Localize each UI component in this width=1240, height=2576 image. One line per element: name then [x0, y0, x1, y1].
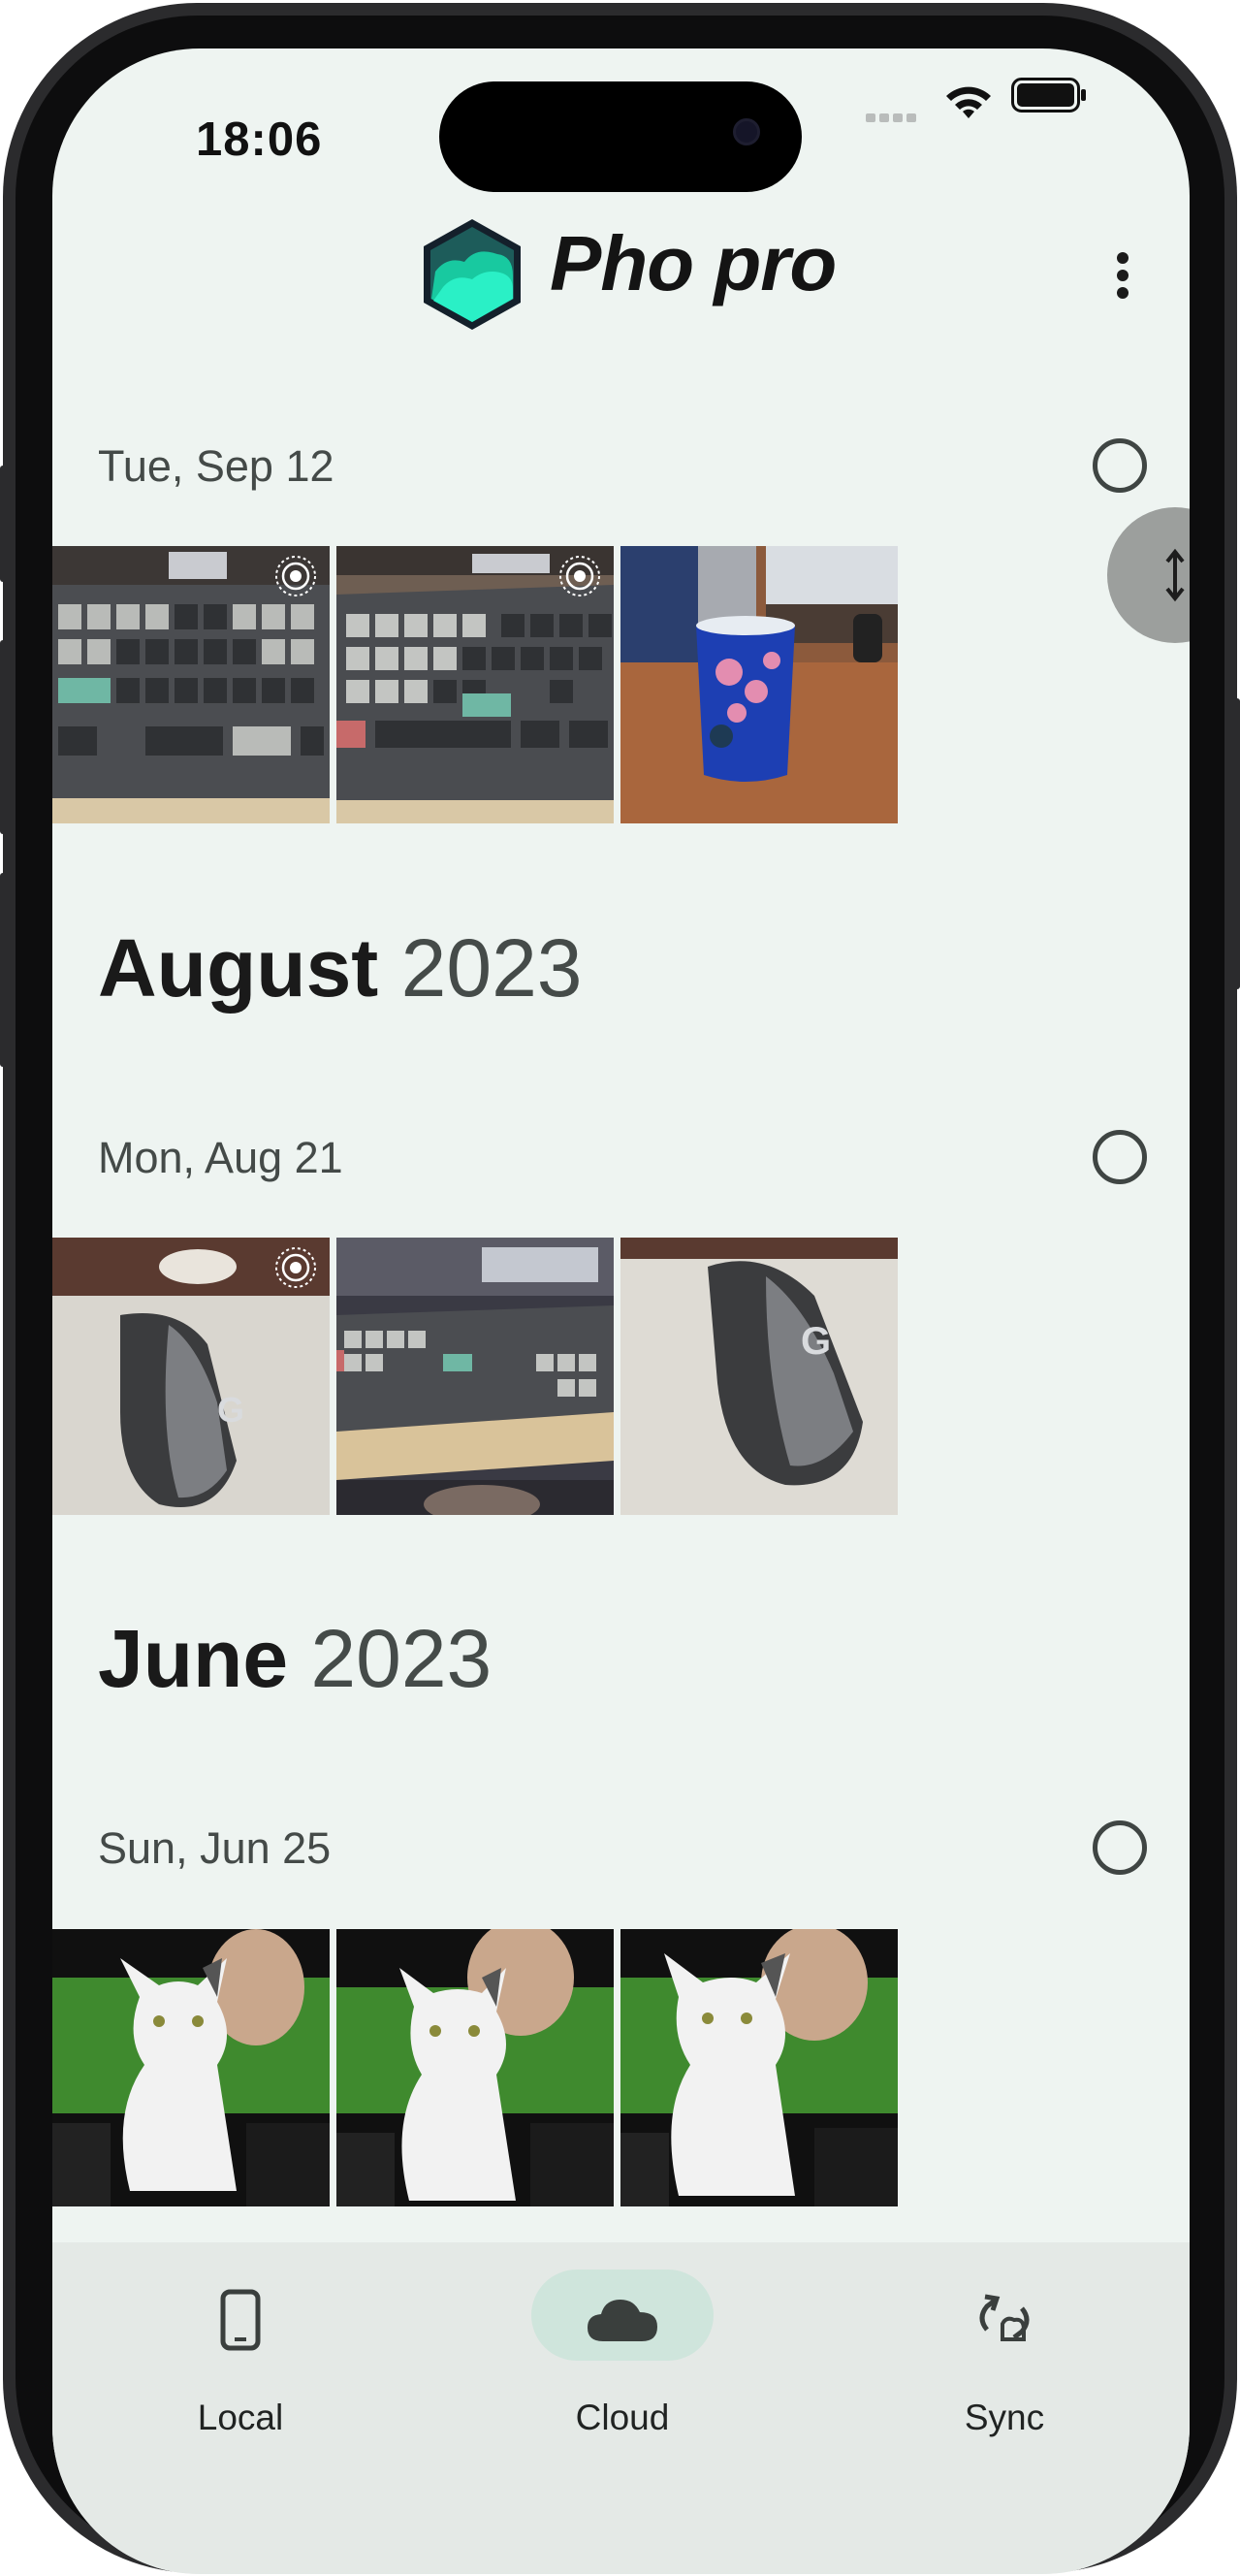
nav-label: Sync	[964, 2398, 1045, 2437]
phone-frame: 18:06 Pho pro Tue, Sep 12 August 2023 Mo…	[0, 0, 1240, 2576]
camera-icon	[733, 118, 760, 145]
cat-photo[interactable]	[620, 1929, 898, 2206]
wifi-icon	[946, 86, 991, 118]
month-name: August	[98, 922, 379, 1014]
side-button	[0, 640, 6, 834]
select-day-button[interactable]	[1093, 1820, 1147, 1875]
select-day-button[interactable]	[1093, 438, 1147, 493]
month-header: June 2023	[98, 1612, 492, 1706]
svg-text:G: G	[801, 1320, 831, 1363]
app-bar: Pho pro	[52, 194, 1190, 330]
mug-photo[interactable]	[620, 546, 898, 823]
nav-sync[interactable]: Sync	[859, 2242, 1150, 2437]
month-year: 2023	[400, 922, 583, 1014]
status-time: 18:06	[196, 113, 323, 166]
svg-text:G: G	[217, 1390, 244, 1430]
mouse-photo[interactable]: G	[620, 1238, 898, 1515]
day-header: Tue, Sep 12	[98, 441, 334, 491]
bottom-navigation: Local Cloud Sync	[52, 2242, 1190, 2574]
scroll-handle[interactable]	[1107, 507, 1190, 643]
signal-icon	[866, 103, 920, 122]
cat-photo[interactable]	[52, 1929, 330, 2206]
pho-logo-icon	[424, 219, 521, 330]
keyboard-photo[interactable]	[336, 546, 614, 823]
app-title: Pho pro	[550, 220, 837, 306]
nav-label: Cloud	[575, 2398, 670, 2437]
more-vert-icon[interactable]	[1109, 246, 1138, 305]
keyboard-photo[interactable]	[52, 546, 330, 823]
nav-label: Local	[197, 2398, 284, 2437]
app-screen: 18:06 Pho pro Tue, Sep 12 August 2023 Mo…	[52, 48, 1190, 2574]
mouse-photo[interactable]: G	[52, 1238, 330, 1515]
live-photo-icon	[275, 1247, 316, 1288]
battery-icon	[1011, 78, 1086, 113]
month-name: June	[98, 1613, 289, 1704]
side-button	[0, 873, 6, 1067]
live-photo-icon	[559, 556, 600, 596]
cloud-icon	[588, 2300, 657, 2341]
cat-photo[interactable]	[336, 1929, 614, 2206]
month-header: August 2023	[98, 921, 583, 1015]
nav-local[interactable]: Local	[95, 2242, 386, 2437]
live-photo-icon	[275, 556, 316, 596]
day-header: Mon, Aug 21	[98, 1133, 343, 1182]
month-year: 2023	[310, 1613, 493, 1704]
sync-icon	[979, 2294, 1030, 2341]
vertical-arrows-icon	[1165, 548, 1185, 602]
day-header: Sun, Jun 25	[98, 1823, 332, 1873]
select-day-button[interactable]	[1093, 1130, 1147, 1184]
nav-cloud[interactable]: Cloud	[477, 2242, 768, 2437]
side-button	[1234, 698, 1240, 989]
phone-icon	[220, 2289, 261, 2351]
side-button	[0, 466, 6, 582]
keyboard-photo[interactable]	[336, 1238, 614, 1515]
